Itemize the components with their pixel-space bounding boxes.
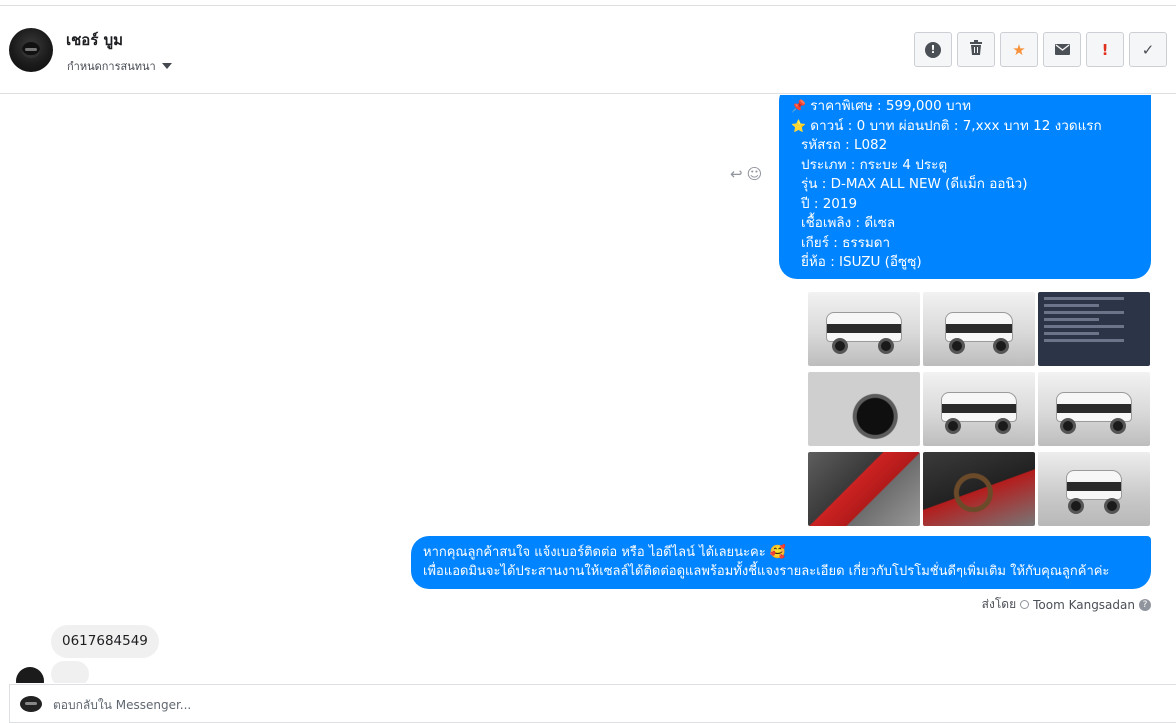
car-shape — [1066, 470, 1122, 500]
car-brand-line: ยี่ห้อ : ISUZU (อีซูซุ) — [801, 254, 922, 270]
star-button[interactable]: ★ — [1000, 32, 1038, 67]
followup-line-2: เพื่อแอดมินจะได้ประสานงานให้เซลล์ได้ติดต… — [423, 564, 1110, 579]
wheel-shape — [1060, 418, 1076, 434]
caret-down-icon — [161, 63, 172, 69]
sent-by-info: ส่งโดย Toom Kangsadan ? — [982, 595, 1151, 614]
photo-car-rear-angle[interactable] — [923, 372, 1035, 446]
sent-by-prefix: ส่งโดย — [981, 597, 1017, 611]
wheel-shape — [949, 338, 965, 354]
conversation-toolbar: ! ★ ! ✓ — [914, 32, 1167, 67]
trash-icon — [969, 40, 983, 59]
mark-unread-button[interactable] — [1043, 32, 1081, 67]
car-year-line: ปี : 2019 — [801, 195, 858, 212]
exclamation-icon: ! — [1101, 40, 1109, 59]
photo-fender-wheel[interactable] — [808, 372, 920, 446]
message-thread[interactable]: ↩ ☺ 📌 ราคาพิเศษ : 599,000 บาท ⭐ ดาวน์ : … — [0, 95, 1176, 683]
photo-interior-seats[interactable] — [808, 452, 920, 526]
reply-icon[interactable]: ↩ — [730, 165, 743, 183]
alert-circle-icon: ! — [925, 41, 941, 58]
car-code-line: รหัสรถ : L082 — [801, 137, 888, 153]
wheel-shape — [1110, 418, 1126, 434]
photo-car-rear-side[interactable] — [1038, 372, 1150, 446]
sender-avatar — [16, 667, 44, 683]
star-icon: ★ — [1012, 40, 1026, 59]
photo-car-front-angle[interactable] — [808, 292, 920, 366]
wheel-shape — [832, 338, 848, 354]
reply-input[interactable] — [53, 694, 953, 716]
followup-message: หากคุณลูกค้าสนใจ แจ้งเบอร์ติดต่อ หรือ ไอ… — [411, 536, 1151, 589]
follow-up-button[interactable]: ! — [1086, 32, 1124, 67]
wheel-shape — [878, 338, 894, 354]
car-gear-line: เกียร์ : ธรรมดา — [801, 234, 891, 251]
photo-grid — [808, 292, 1150, 526]
followup-line-1: หากคุณลูกค้าสนใจ แจ้งเบอร์ติดต่อ หรือ ไอ… — [423, 545, 787, 560]
mark-done-button[interactable]: ✓ — [1129, 32, 1167, 67]
delete-button[interactable] — [957, 32, 995, 67]
wheel-shape — [945, 418, 961, 434]
photo-steering-wheel[interactable] — [923, 452, 1035, 526]
avatar-eyes — [25, 48, 37, 51]
down-payment-line: ⭐ ดาวน์ : 0 บาท ผ่อนปกติ : 7,xxx บาท 12 … — [791, 117, 1139, 137]
car-type-line: ประเภท : กระบะ 4 ประตู — [801, 156, 948, 173]
composer-avatar — [20, 696, 42, 712]
wheel-shape — [1104, 498, 1120, 514]
wheel-shape — [1068, 498, 1084, 514]
react-emoji-icon[interactable]: ☺ — [747, 165, 763, 183]
price-line: 📌 ราคาพิเศษ : 599,000 บาท — [791, 97, 1139, 117]
photo-car-rear[interactable] — [923, 292, 1035, 366]
envelope-icon — [1054, 41, 1070, 59]
photo-car-front[interactable] — [1038, 452, 1150, 526]
wheel-shape — [995, 418, 1011, 434]
check-icon: ✓ — [1141, 40, 1155, 59]
mark-spam-button[interactable]: ! — [914, 32, 952, 67]
car-model-line: รุ่น : D-MAX ALL NEW (ดีแม็ก ออนิว) — [801, 176, 1028, 192]
conversation-schedule-label: กำหนดการสนทนา — [67, 60, 156, 73]
incoming-message: 0617684549 — [51, 625, 159, 658]
car-fuel-line: เชื้อเพลิง : ดีเซล — [801, 215, 896, 231]
star-emoji-icon: ⭐ — [791, 118, 806, 133]
contact-name[interactable]: เชอร์ บูม — [66, 28, 123, 52]
conversation-header: เชอร์ บูม กำหนดการสนทนา ! ★ ! ✓ — [0, 6, 1176, 94]
conversation-schedule-dropdown[interactable]: กำหนดการสนทนา — [67, 57, 172, 75]
pin-icon: 📌 — [791, 99, 806, 113]
contact-avatar[interactable] — [9, 28, 53, 72]
incoming-message-partial — [51, 661, 89, 683]
help-icon[interactable]: ? — [1139, 598, 1151, 611]
wheel-shape — [993, 338, 1009, 354]
reply-composer — [9, 684, 1176, 723]
sender-name[interactable]: Toom Kangsadan — [1033, 598, 1135, 612]
car-details-message: 📌 ราคาพิเศษ : 599,000 บาท ⭐ ดาวน์ : 0 บา… — [779, 95, 1151, 279]
photo-spec-screenshot[interactable] — [1038, 292, 1150, 366]
sender-avatar-icon — [1020, 600, 1030, 609]
message-actions: ↩ ☺ — [730, 165, 762, 183]
